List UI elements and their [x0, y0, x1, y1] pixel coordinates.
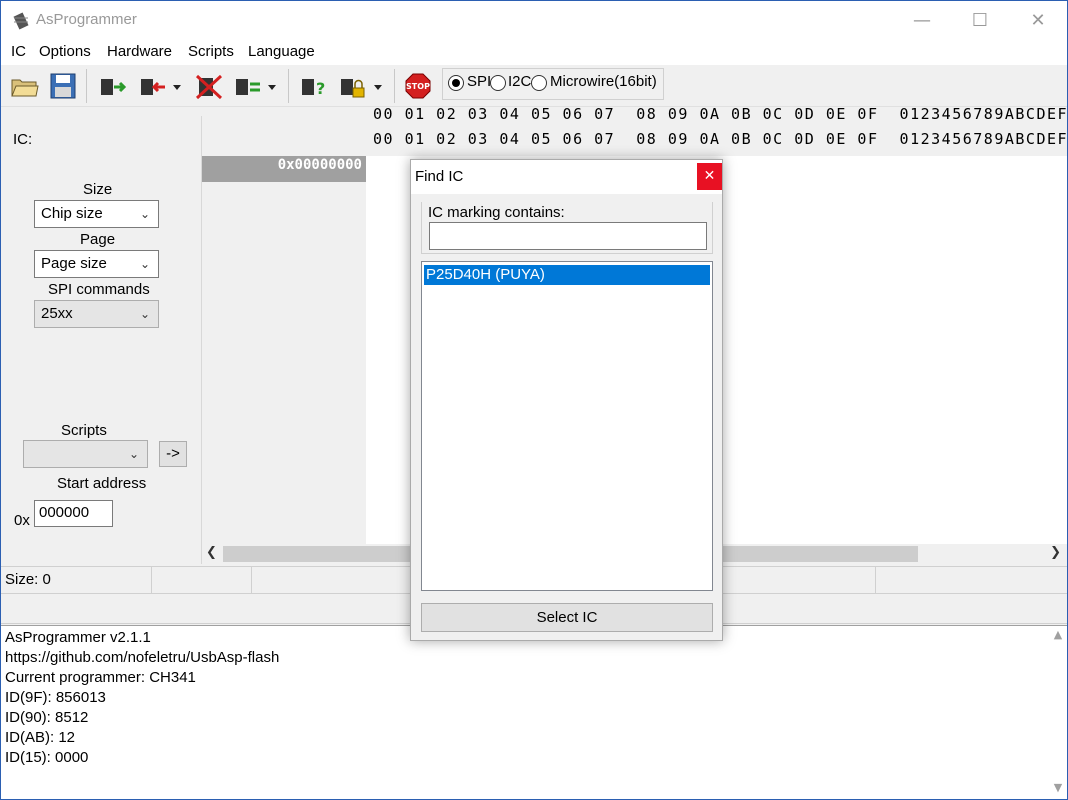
- chip-size-select[interactable]: Chip size ⌄: [34, 200, 159, 228]
- log-line: ID(90): 8512: [5, 709, 89, 726]
- spi-commands-value: 25xx: [41, 305, 73, 322]
- chevron-down-icon: ⌄: [139, 257, 150, 271]
- hex-header-text: 00 01 02 03 04 05 06 07 08 09 0A 0B 0C 0…: [373, 105, 1067, 123]
- maximize-button[interactable]: ☐: [951, 1, 1009, 41]
- hex-header-text: 00 01 02 03 04 05 06 07 08 09 0A 0B 0C 0…: [373, 130, 1067, 148]
- radio-spi[interactable]: [448, 75, 464, 91]
- ic-marking-search-input[interactable]: [429, 222, 707, 250]
- log-line: AsProgrammer v2.1.1: [5, 629, 151, 646]
- start-address-input[interactable]: 000000: [34, 500, 113, 527]
- page-size-value: Page size: [41, 255, 107, 272]
- app-chip-icon: [13, 12, 29, 30]
- menu-bar: IC Options Hardware Scripts Language: [1, 41, 1067, 65]
- menu-scripts[interactable]: Scripts: [188, 43, 234, 60]
- spi-commands-select[interactable]: 25xx ⌄: [34, 300, 159, 328]
- svg-text:?: ?: [316, 79, 325, 98]
- ic-label: IC:: [13, 131, 33, 148]
- toolbar-separator: [86, 69, 87, 103]
- select-ic-button[interactable]: Select IC: [421, 603, 713, 632]
- toolbar: ? STOP SPI I2C Microwire(16bit): [1, 65, 1067, 107]
- status-divider: [151, 567, 152, 593]
- open-file-icon[interactable]: [9, 71, 39, 101]
- menu-language[interactable]: Language: [248, 43, 315, 60]
- start-address-label: Start address: [57, 475, 147, 492]
- status-divider: [875, 567, 876, 593]
- radio-i2c[interactable]: [490, 75, 506, 91]
- dialog-title-bar: Find IC ✕: [411, 160, 722, 194]
- log-line: Current programmer: CH341: [5, 669, 196, 686]
- scroll-left-icon[interactable]: ❮: [206, 545, 217, 560]
- write-dropdown-icon[interactable]: [168, 71, 186, 101]
- radio-microwire-label[interactable]: Microwire(16bit): [550, 73, 657, 90]
- status-size-text: Size: 0: [5, 571, 51, 588]
- hex-header-row: 00 01 02 03 04 05 06 07 08 09 0A 0B 0C 0…: [373, 105, 1067, 131]
- write-chip-icon[interactable]: [138, 71, 168, 101]
- scroll-down-icon[interactable]: ▼: [1049, 781, 1067, 794]
- scroll-right-icon[interactable]: ❯: [1050, 545, 1061, 560]
- title-bar: AsProgrammer — ☐ ✕: [1, 1, 1067, 41]
- protocol-radio-group: SPI I2C Microwire(16bit): [442, 68, 664, 100]
- start-address-prefix: 0x: [14, 512, 30, 529]
- chip-size-value: Chip size: [41, 205, 103, 222]
- app-window: AsProgrammer — ☐ ✕ IC Options Hardware S…: [0, 0, 1068, 800]
- scroll-up-icon[interactable]: ▲: [1049, 628, 1067, 641]
- verify-icon[interactable]: [233, 71, 263, 101]
- chevron-down-icon: ⌄: [139, 307, 150, 321]
- minimize-button[interactable]: —: [893, 1, 951, 41]
- left-panel: IC: Size Chip size ⌄ Page Page size ⌄ SP…: [1, 116, 202, 564]
- chevron-down-icon: ⌄: [128, 447, 139, 461]
- status-divider: [251, 567, 252, 593]
- radio-spi-label[interactable]: SPI: [467, 73, 491, 90]
- find-ic-dialog: Find IC ✕ IC marking contains: P25D40H (…: [410, 159, 723, 641]
- scripts-label: Scripts: [61, 422, 107, 439]
- toolbar-separator: [394, 69, 395, 103]
- radio-i2c-label[interactable]: I2C: [508, 73, 531, 90]
- dialog-close-button[interactable]: ✕: [697, 163, 722, 190]
- dialog-title: Find IC: [415, 168, 464, 185]
- scripts-select[interactable]: ⌄: [23, 440, 148, 468]
- menu-options[interactable]: Options: [39, 43, 91, 60]
- address-column: 0x00000000: [202, 156, 366, 544]
- log-line: ID(9F): 856013: [5, 689, 106, 706]
- hex-header-row: 00 01 02 03 04 05 06 07 08 09 0A 0B 0C 0…: [373, 130, 1067, 156]
- log-vertical-scrollbar[interactable]: ▲ ▼: [1049, 626, 1067, 798]
- chevron-down-icon: ⌄: [139, 207, 150, 221]
- stop-icon[interactable]: STOP: [403, 71, 433, 101]
- erase-chip-icon[interactable]: [194, 71, 224, 101]
- page-label: Page: [80, 231, 116, 248]
- page-size-select[interactable]: Page size ⌄: [34, 250, 159, 278]
- ic-results-list[interactable]: P25D40H (PUYA): [421, 261, 713, 591]
- radio-microwire[interactable]: [531, 75, 547, 91]
- list-item[interactable]: P25D40H (PUYA): [424, 265, 710, 285]
- lock-dropdown-icon[interactable]: [369, 71, 387, 101]
- lock-bits-icon[interactable]: [338, 71, 368, 101]
- read-chip-icon[interactable]: [98, 71, 128, 101]
- log-panel[interactable]: AsProgrammer v2.1.1 https://github.com/n…: [1, 625, 1067, 799]
- menu-hardware[interactable]: Hardware: [107, 43, 172, 60]
- search-label: IC marking contains:: [428, 204, 565, 221]
- size-label: Size: [83, 181, 113, 198]
- log-line: ID(15): 0000: [5, 749, 89, 766]
- run-script-button[interactable]: ->: [159, 441, 187, 467]
- search-group: IC marking contains:: [421, 202, 713, 254]
- log-line: https://github.com/nofeletru/UsbAsp-flas…: [5, 649, 280, 666]
- spi-commands-label: SPI commands: [48, 281, 150, 298]
- toolbar-separator: [288, 69, 289, 103]
- verify-dropdown-icon[interactable]: [263, 71, 281, 101]
- address-cell[interactable]: 0x00000000: [202, 156, 366, 182]
- read-id-icon[interactable]: ?: [299, 71, 329, 101]
- save-icon[interactable]: [48, 71, 78, 101]
- window-title: AsProgrammer: [36, 11, 137, 28]
- menu-ic[interactable]: IC: [11, 43, 26, 60]
- stop-label: STOP: [406, 82, 430, 91]
- close-window-button[interactable]: ✕: [1009, 1, 1067, 41]
- log-line: ID(AB): 12: [5, 729, 76, 746]
